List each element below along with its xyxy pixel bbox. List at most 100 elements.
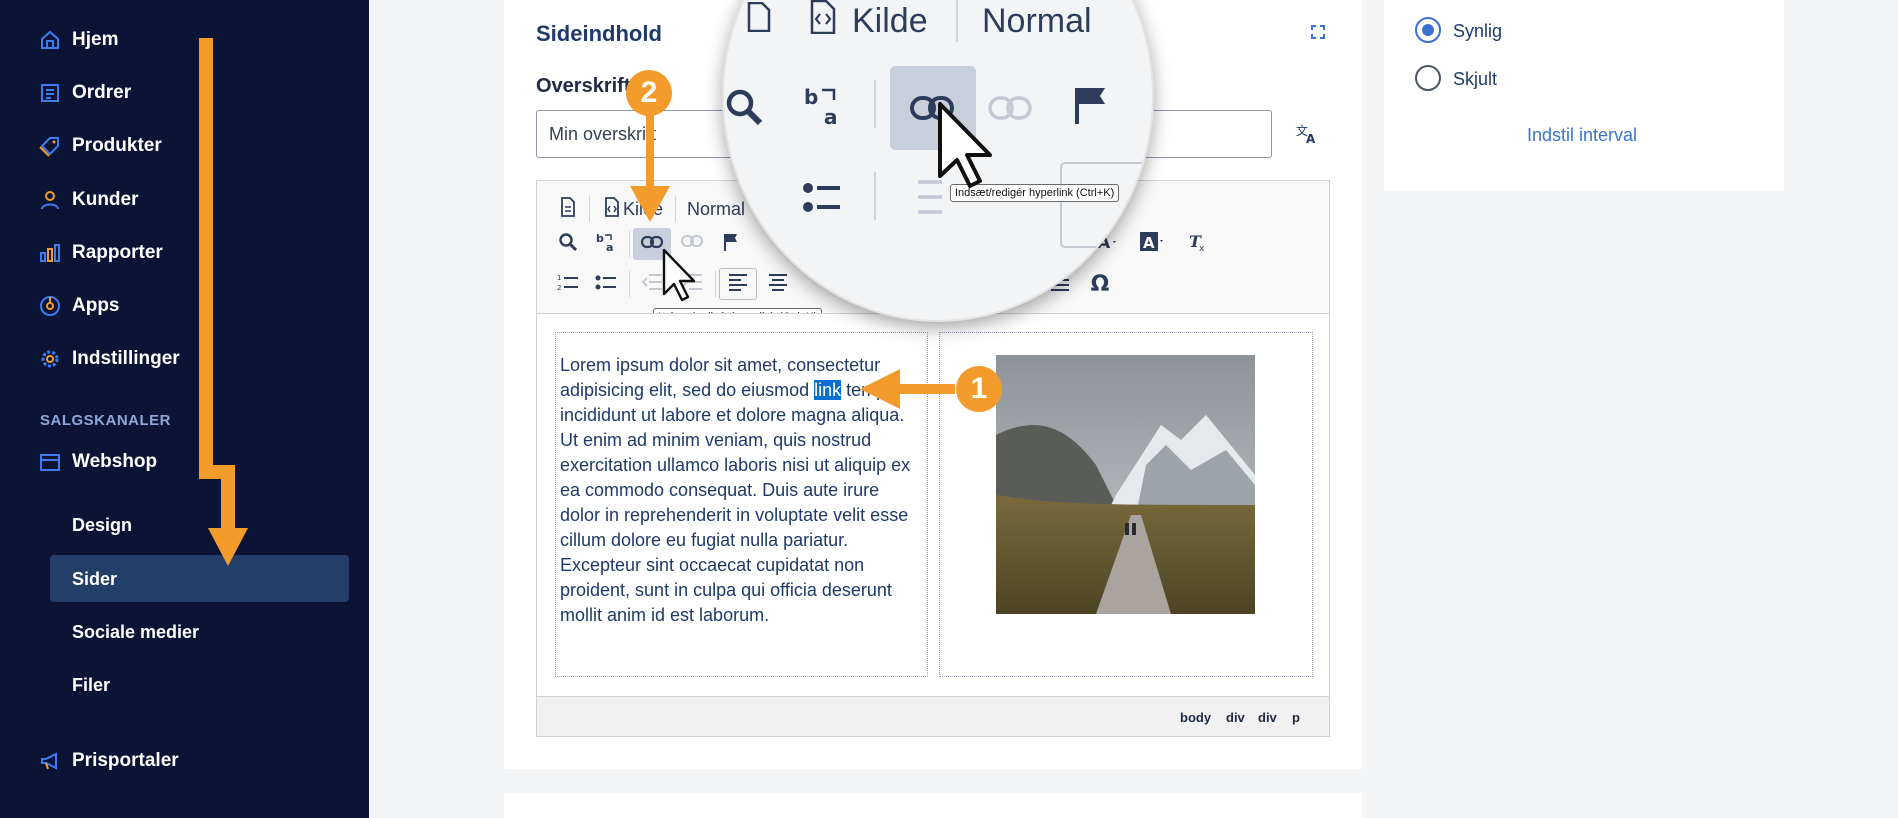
- orders-icon: [38, 81, 62, 105]
- sub-item-design[interactable]: Design: [72, 515, 132, 536]
- numbered-list-icon: 12: [557, 272, 579, 297]
- special-char-button[interactable]: Ω: [1081, 268, 1119, 300]
- indent-icon: [681, 272, 703, 297]
- nav-item-label: Kunder: [72, 189, 139, 210]
- nav-item-label: Indstillinger: [72, 348, 180, 369]
- nav-item-label: Ordrer: [72, 82, 132, 103]
- align-center-button[interactable]: [759, 268, 797, 300]
- apps-icon: [38, 294, 62, 318]
- toolbar-separator: [629, 231, 630, 257]
- link-icon: [910, 94, 954, 127]
- remove-format-icon: Tx: [1188, 232, 1208, 257]
- editor-content[interactable]: Lorem ipsum dolor sit amet, consectetur …: [537, 313, 1329, 698]
- svg-text:a: a: [824, 105, 838, 128]
- path-element[interactable]: div: [1258, 710, 1277, 725]
- nav-item-webshop[interactable]: Webshop: [38, 447, 157, 477]
- nav-item-label: Prisportaler: [72, 750, 179, 771]
- nav-item-kunder[interactable]: Kunder: [38, 185, 139, 215]
- anchor-button[interactable]: [712, 228, 750, 260]
- nav-item-rapporter[interactable]: Rapporter: [38, 238, 163, 268]
- search-icon: [558, 232, 578, 257]
- replace-icon: ba: [595, 231, 617, 258]
- align-center-icon: [768, 273, 788, 296]
- toolbar-separator: [874, 80, 876, 128]
- visibility-card: [1384, 0, 1784, 191]
- radio-label-synlig: Synlig: [1453, 21, 1503, 41]
- replace-button[interactable]: ba: [587, 228, 625, 260]
- user-icon: [38, 188, 62, 212]
- unlink-icon: [988, 94, 1032, 131]
- numbered-list-button[interactable]: 12: [549, 268, 587, 300]
- svg-text:A: A: [1306, 132, 1316, 146]
- source-icon: [603, 196, 621, 222]
- nav-item-apps[interactable]: Apps: [38, 291, 120, 321]
- new-page-button[interactable]: [549, 193, 587, 225]
- paragraph-text: tempor incididunt ut labore et dolore ma…: [560, 380, 911, 625]
- nav-item-indstillinger[interactable]: Indstillinger: [38, 344, 180, 374]
- svg-text:a: a: [606, 241, 613, 253]
- next-card: [504, 793, 1362, 818]
- bullet-list-button[interactable]: [587, 268, 625, 300]
- sidebar: Hjem Ordrer Produkter Kunder Rapporter A…: [0, 0, 369, 818]
- zoom-align-box: [1060, 162, 1152, 248]
- nav-item-label: Hjem: [72, 29, 119, 50]
- zoom-source-label: Kilde: [852, 2, 928, 40]
- section-salgskanaler: SALGSKANALER: [40, 412, 172, 429]
- link-icon: [640, 235, 664, 254]
- outdent-icon: [641, 272, 663, 297]
- path-element[interactable]: body: [1180, 710, 1211, 725]
- indent-button[interactable]: [673, 268, 711, 300]
- nav-item-ordrer[interactable]: Ordrer: [38, 78, 131, 108]
- toolbar-separator: [715, 271, 716, 297]
- step-badge-1: 1: [956, 366, 1002, 412]
- sub-item-sider[interactable]: Sider: [72, 569, 117, 590]
- toolbar-separator: [589, 196, 590, 222]
- unlink-icon: [681, 234, 703, 255]
- format-dropdown[interactable]: Normal: [687, 199, 745, 220]
- translate-icon[interactable]: 文A: [1294, 122, 1318, 146]
- nav-item-label: Webshop: [72, 451, 158, 472]
- link-button[interactable]: [633, 228, 671, 260]
- outdent-icon: [904, 178, 944, 221]
- zoom-link-tooltip: Indsæt/redigér hyperlink (Ctrl+K): [950, 184, 1120, 202]
- source-icon: [809, 0, 837, 39]
- nav-item-produkter[interactable]: Produkter: [38, 131, 162, 161]
- svg-text:x: x: [1199, 244, 1205, 252]
- svg-text:1: 1: [557, 274, 561, 282]
- bullet-list-icon: [595, 272, 617, 297]
- selected-word[interactable]: link: [814, 380, 842, 400]
- nav-item-label: Rapporter: [72, 242, 163, 263]
- mountain-photo[interactable]: [996, 355, 1255, 614]
- path-element[interactable]: div: [1226, 710, 1245, 725]
- path-element[interactable]: p: [1292, 710, 1300, 725]
- radio-synlig[interactable]: [1415, 17, 1441, 43]
- align-left-button[interactable]: [719, 268, 757, 300]
- omega-icon: Ω: [1090, 271, 1110, 297]
- nav-item-hjem[interactable]: Hjem: [38, 25, 118, 55]
- toolbar-separator: [675, 196, 676, 222]
- gear-icon: [38, 347, 62, 371]
- sub-item-sociale-medier[interactable]: Sociale medier: [72, 622, 199, 643]
- text-column[interactable]: Lorem ipsum dolor sit amet, consectetur …: [555, 332, 928, 677]
- radio-skjult[interactable]: [1415, 65, 1441, 91]
- outdent-button[interactable]: [633, 268, 671, 300]
- nav-item-prisportaler[interactable]: Prisportaler: [38, 746, 179, 776]
- remove-format-button[interactable]: Tx: [1179, 228, 1217, 260]
- page-title: Sideindhold: [536, 21, 662, 46]
- store-icon: [38, 450, 62, 474]
- expand-icon[interactable]: [1308, 22, 1328, 42]
- find-button[interactable]: [549, 228, 587, 260]
- source-label: Kilde: [623, 199, 664, 219]
- svg-text:b: b: [804, 85, 818, 109]
- toolbar-separator: [956, 0, 958, 42]
- sub-item-filer[interactable]: Filer: [72, 675, 110, 696]
- align-left-icon: [728, 273, 748, 296]
- set-interval-link[interactable]: Indstil interval: [1527, 125, 1637, 146]
- step-badge-2: 2: [626, 70, 672, 116]
- tag-icon: [38, 134, 62, 158]
- toolbar-separator: [874, 172, 876, 220]
- bullet-list-icon: [802, 180, 842, 221]
- megaphone-icon: [38, 749, 62, 773]
- radio-label-skjult: Skjult: [1453, 69, 1498, 89]
- unlink-button[interactable]: [673, 228, 711, 260]
